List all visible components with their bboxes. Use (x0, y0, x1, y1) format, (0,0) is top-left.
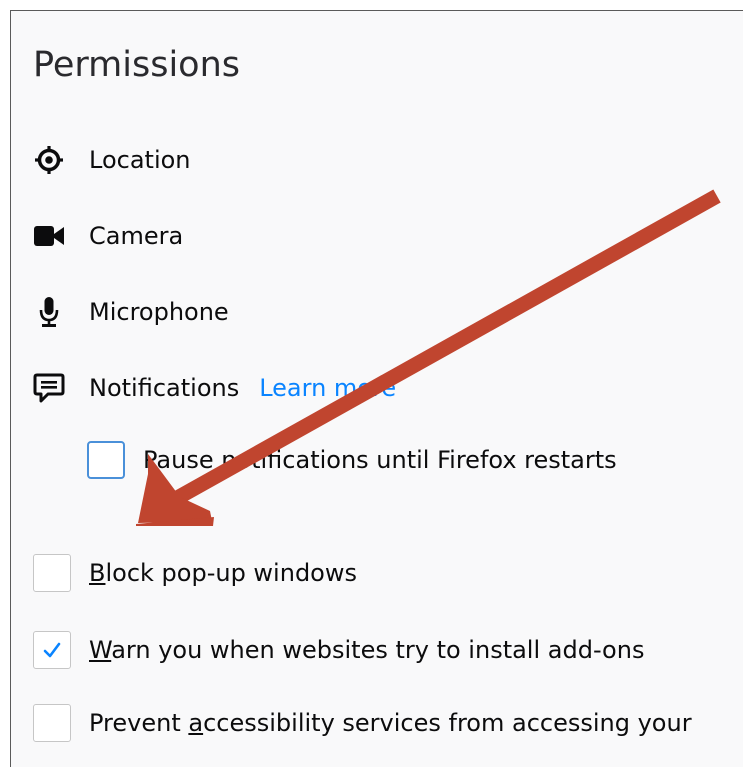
location-icon (33, 144, 65, 176)
block-popups-label-rest: lock pop-up windows (105, 559, 357, 587)
section-title: Permissions (33, 45, 241, 85)
block-popups-row[interactable]: Block pop-up windows (33, 554, 357, 592)
warn-addons-row[interactable]: Warn you when websites try to install ad… (33, 631, 644, 669)
permission-row-location[interactable]: Location (33, 140, 191, 180)
permission-row-microphone[interactable]: Microphone (33, 292, 229, 332)
block-popups-label: Block pop-up windows (89, 559, 357, 587)
permission-row-camera[interactable]: Camera (33, 216, 183, 256)
permission-label-camera: Camera (89, 222, 184, 250)
pause-notifications-row[interactable]: Pause notifications until Firefox restar… (87, 441, 617, 479)
warn-addons-label: Warn you when websites try to install ad… (89, 636, 644, 664)
learn-more-link[interactable]: Learn more (259, 374, 396, 402)
checkmark-icon (43, 642, 61, 658)
block-popups-accesskey: B (89, 559, 106, 587)
permission-label-location: Location (89, 146, 191, 174)
warn-addons-checkbox[interactable] (33, 631, 71, 669)
prevent-accessibility-checkbox[interactable] (33, 704, 71, 742)
permission-label-notifications: Notifications (89, 374, 240, 402)
prevent-accessibility-accesskey: a (188, 709, 204, 737)
microphone-icon (33, 296, 65, 328)
permission-row-notifications[interactable]: Notifications Learn more (33, 368, 396, 408)
notification-icon (33, 372, 65, 404)
pause-notifications-checkbox[interactable] (87, 441, 125, 479)
preferences-panel: Permissions Location Camera Microphone N… (10, 10, 743, 767)
prevent-accessibility-label-rest: ccessibility services from accessing you… (203, 709, 692, 737)
camera-icon (33, 220, 65, 252)
prevent-accessibility-row[interactable]: Prevent accessibility services from acce… (33, 704, 692, 742)
prevent-accessibility-label: Prevent accessibility services from acce… (89, 709, 692, 737)
permission-label-microphone: Microphone (89, 298, 229, 326)
warn-addons-label-rest: arn you when websites try to install add… (111, 636, 645, 664)
prevent-accessibility-prefix: Prevent (89, 709, 189, 737)
warn-addons-accesskey: W (89, 636, 112, 664)
pause-notifications-label: Pause notifications until Firefox restar… (143, 446, 617, 474)
block-popups-checkbox[interactable] (33, 554, 71, 592)
